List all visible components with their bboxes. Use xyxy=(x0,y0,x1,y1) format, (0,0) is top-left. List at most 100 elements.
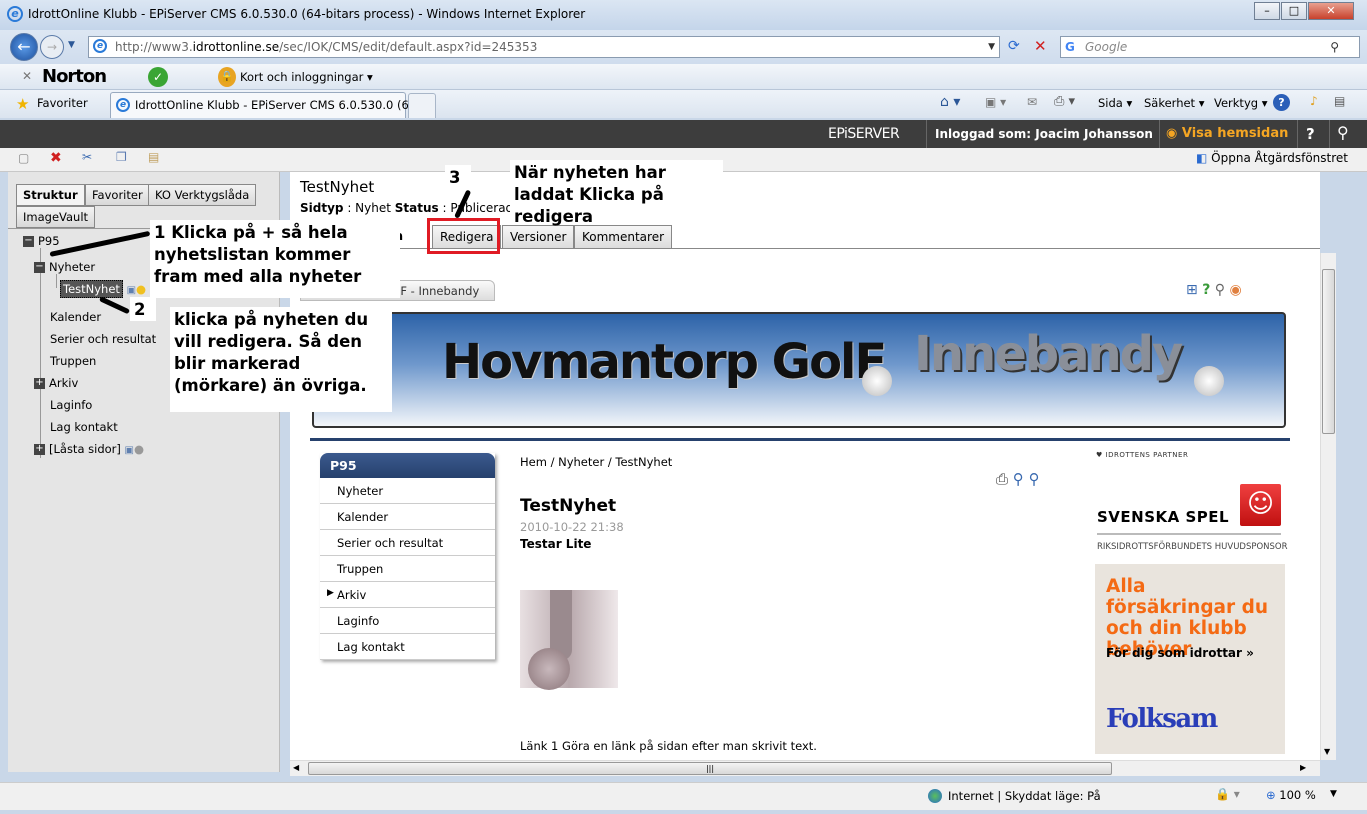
favorites-star-icon[interactable]: ★ xyxy=(16,95,29,113)
scroll-down-icon[interactable]: ▼ xyxy=(1324,747,1330,756)
research-icon[interactable]: ♪ xyxy=(1310,94,1318,108)
tree-node-arkiv[interactable]: + Arkiv xyxy=(34,376,78,390)
page-icon: ▣ xyxy=(126,285,137,296)
mail-icon[interactable]: ✉ xyxy=(1027,95,1037,109)
refresh-icon[interactable]: ⟳ xyxy=(1008,38,1020,54)
zoom-in-icon[interactable]: ⚲ xyxy=(1013,470,1024,488)
close-toolbar-icon[interactable]: ✕ xyxy=(22,69,32,83)
address-input[interactable]: e http://www3.idrottonline.se/sec/IOK/CM… xyxy=(88,36,1000,58)
help-button[interactable]: ? xyxy=(1306,125,1315,143)
tab-imagevault[interactable]: ImageVault xyxy=(16,206,96,228)
tree-node-p95[interactable]: − P95 xyxy=(23,234,60,248)
print-icon[interactable]: ⎙ xyxy=(996,470,1008,488)
tree-node-nyheter[interactable]: − Nyheter xyxy=(34,260,95,274)
tree-node-laginfo[interactable]: Laginfo xyxy=(50,398,92,412)
menu-sida[interactable]: Sida ▾ xyxy=(1098,96,1132,110)
divider xyxy=(926,120,927,148)
help-icon[interactable]: ? xyxy=(1202,282,1210,298)
site-nav-item[interactable]: Kalender xyxy=(320,504,495,530)
site-nav-item[interactable]: Lag kontakt xyxy=(320,634,495,660)
expand-icon[interactable]: + xyxy=(34,444,45,455)
feeds-icon[interactable]: ▣ ▾ xyxy=(985,95,1006,109)
scroll-right-icon[interactable]: ▶ xyxy=(1300,763,1306,772)
site-nav-item[interactable]: Serier och resultat xyxy=(320,530,495,556)
tree-node-lag-kontakt[interactable]: Lag kontakt xyxy=(50,420,118,434)
new-page-icon[interactable]: ▢ xyxy=(18,151,29,165)
ad-link[interactable]: För dig som idrottar » xyxy=(1106,646,1254,660)
page-title: TestNyhet xyxy=(300,178,375,196)
tab-ko-verktygslada[interactable]: KO Verktygslåda xyxy=(148,184,257,206)
search-icon[interactable]: ⚲ xyxy=(1337,123,1349,142)
security-zone[interactable]: Internet | Skyddat läge: På xyxy=(948,789,1101,803)
site-nav-item[interactable]: Nyheter xyxy=(320,478,495,504)
google-icon: G xyxy=(1065,40,1075,54)
tab-struktur[interactable]: Struktur xyxy=(16,184,85,206)
paste-icon[interactable]: ▤ xyxy=(148,150,159,164)
norton-logo[interactable]: Norton xyxy=(42,66,107,87)
lightbulb-icon: ● xyxy=(136,282,147,296)
sitemap-icon[interactable]: ⊞ xyxy=(1186,282,1198,298)
delete-icon[interactable]: ✖ xyxy=(50,150,62,166)
print-icon[interactable]: ⎙ ▾ xyxy=(1054,94,1075,109)
zoom-level[interactable]: ⊕ 100 % xyxy=(1266,788,1316,802)
collapse-icon[interactable]: − xyxy=(34,262,45,273)
tree-node-kalender[interactable]: Kalender xyxy=(50,310,101,324)
folksam-ad[interactable]: Alla försäkringar du och din klubb behöv… xyxy=(1095,564,1285,754)
new-tab-button[interactable] xyxy=(408,93,436,118)
copy-icon[interactable]: ❐ xyxy=(116,150,127,164)
tab-kommentarer[interactable]: Kommentarer xyxy=(574,225,673,249)
zoom-value: 100 % xyxy=(1279,788,1316,802)
scroll-thumb[interactable]: ||| xyxy=(308,762,1112,775)
minimize-button[interactable]: – xyxy=(1254,2,1280,20)
action-window-button[interactable]: ◧ Öppna Åtgärdsfönstret xyxy=(1196,151,1348,165)
partner-label: ♥ IDROTTENS PARTNER xyxy=(1096,451,1189,459)
tab-versioner[interactable]: Versioner xyxy=(502,225,575,249)
view-site-link[interactable]: ◉ Visa hemsidan xyxy=(1166,126,1288,141)
article-image xyxy=(520,590,618,690)
site-banner: Hovmantorp GolF Innebandy xyxy=(312,312,1286,428)
highlight-box xyxy=(427,218,500,254)
stop-icon[interactable]: ✕ xyxy=(1034,37,1047,55)
zoom-out-icon[interactable]: ⚲ xyxy=(1029,470,1040,488)
tree-label: Nyheter xyxy=(49,260,96,274)
folksam-logo: Folksam xyxy=(1106,704,1218,734)
favorites-button[interactable]: Favoriter xyxy=(37,96,88,110)
clipboard-icon[interactable]: ▤ xyxy=(1334,94,1345,108)
check-icon[interactable]: ✓ xyxy=(148,67,168,87)
lock-icon[interactable]: ◉ xyxy=(1229,282,1241,298)
tree-node-truppen[interactable]: Truppen xyxy=(50,354,96,368)
cards-menu[interactable]: Kort och inloggningar ▾ xyxy=(240,70,373,84)
search-icon[interactable]: ⚲ xyxy=(1330,37,1339,57)
back-button[interactable]: ← xyxy=(10,33,38,61)
site-nav-item[interactable]: Laginfo xyxy=(320,608,495,634)
tree-node-lasta-sidor[interactable]: + [Låsta sidor] ▣● xyxy=(34,442,144,456)
maximize-button[interactable]: □ xyxy=(1281,2,1307,20)
scroll-left-icon[interactable]: ◀ xyxy=(293,763,299,772)
collapse-icon[interactable]: − xyxy=(23,236,34,247)
browser-tab[interactable]: e IdrottOnline Klubb - EPiServer CMS 6.0… xyxy=(110,92,431,118)
tree-node-serier[interactable]: Serier och resultat xyxy=(50,332,156,346)
status-bar: Internet | Skyddat läge: På 🔒 ▾ ⊕ 100 % … xyxy=(0,782,1367,810)
vertical-scrollbar[interactable]: ▼ xyxy=(1320,253,1336,760)
tab-favoriter[interactable]: Favoriter xyxy=(85,184,150,206)
horizontal-scrollbar[interactable]: ◀ ||| ▶ xyxy=(290,760,1320,776)
menu-label: Verktyg xyxy=(1214,96,1259,110)
cut-icon[interactable]: ✂ xyxy=(82,150,92,164)
tree-node-testnyhet[interactable]: TestNyhet ▣● xyxy=(60,280,147,298)
history-dropdown-icon[interactable]: ▼ xyxy=(68,40,75,50)
home-icon[interactable]: ⌂ ▾ xyxy=(940,94,960,110)
address-dropdown-icon[interactable]: ▼ xyxy=(988,37,995,57)
site-nav-item-arkiv[interactable]: ▶ Arkiv xyxy=(320,582,495,608)
menu-verktyg[interactable]: Verktyg ▾ xyxy=(1214,96,1268,110)
protected-mode-icon[interactable]: 🔒 ▾ xyxy=(1215,787,1240,801)
site-nav-item[interactable]: Truppen xyxy=(320,556,495,582)
search-icon[interactable]: ⚲ xyxy=(1215,282,1225,298)
menu-sakerhet[interactable]: Säkerhet ▾ xyxy=(1144,96,1205,110)
scroll-thumb[interactable] xyxy=(1322,269,1335,434)
close-button[interactable]: ✕ xyxy=(1308,2,1354,20)
search-input[interactable]: G Google ⚲ xyxy=(1060,36,1360,58)
zoom-dropdown-icon[interactable]: ▼ xyxy=(1330,789,1337,799)
forward-button[interactable]: → xyxy=(40,35,64,59)
expand-icon[interactable]: + xyxy=(34,378,45,389)
help-icon[interactable]: ? xyxy=(1273,94,1290,111)
